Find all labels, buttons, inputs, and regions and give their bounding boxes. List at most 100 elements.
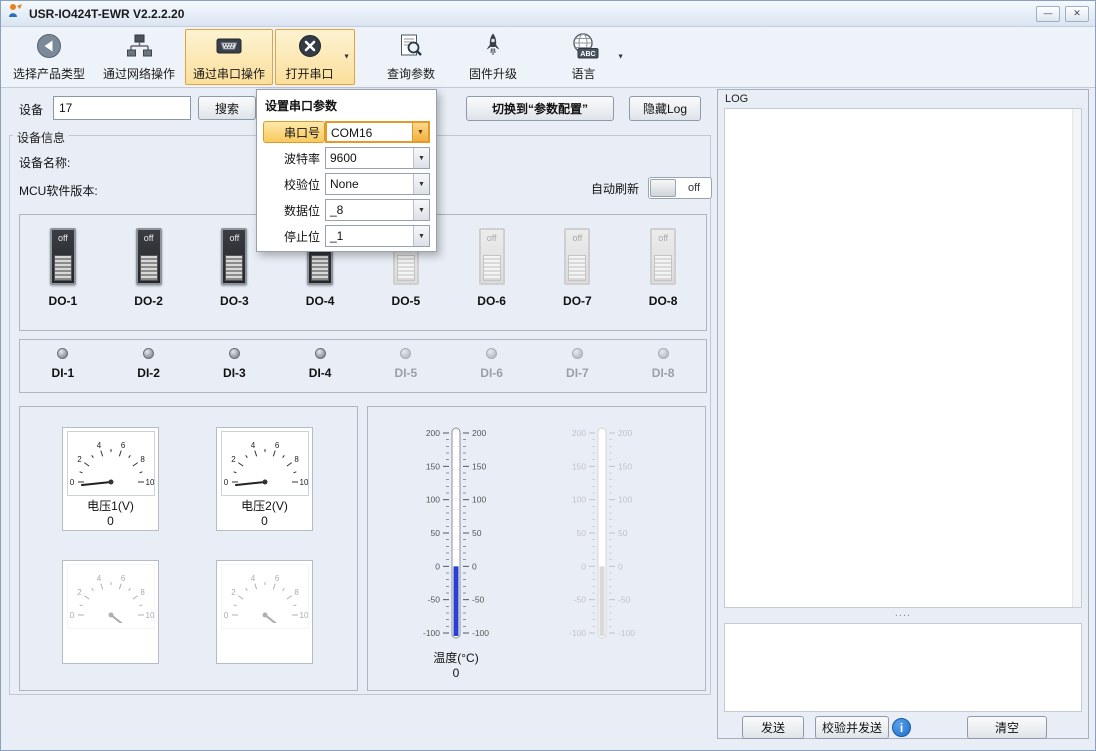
di-cell: DI-5 (363, 340, 449, 392)
data-bits-select[interactable]: _8 ▼ (325, 199, 430, 221)
device-name-label: 设备名称: (19, 154, 70, 171)
toolbar-language[interactable]: ABC 语言 ▼ (549, 29, 629, 85)
baud-rate-row: 波特率 9600 ▼ (263, 145, 430, 171)
svg-text:200: 200 (472, 428, 486, 438)
toolbar-firmware-upgrade[interactable]: 固件升级 (453, 29, 533, 85)
svg-text:150: 150 (618, 461, 632, 471)
di-1-led-icon (57, 348, 68, 359)
baud-rate-select[interactable]: 9600 ▼ (325, 147, 430, 169)
toolbar-query-params[interactable]: 查询参数 (371, 29, 451, 85)
log-splitter-handle[interactable]: .... (724, 610, 1082, 621)
app-logo-icon (7, 3, 23, 24)
close-button[interactable]: ✕ (1065, 6, 1089, 22)
dropdown-caret-icon[interactable]: ▼ (617, 54, 624, 61)
verify-and-send-button[interactable]: 校验并发送 (815, 716, 889, 739)
di-7-led-icon (572, 348, 583, 359)
log-output-area[interactable] (724, 108, 1082, 608)
svg-text:8: 8 (294, 455, 299, 464)
svg-text:150: 150 (572, 461, 586, 471)
stop-bits-select[interactable]: _1 ▼ (325, 225, 430, 247)
do-cell: offDO-6 (449, 215, 535, 330)
toggle-knob (650, 179, 676, 197)
switch-knob (140, 255, 158, 281)
info-icon[interactable]: i (892, 718, 911, 737)
combo-caret-icon[interactable]: ▼ (413, 148, 429, 168)
auto-refresh-control: 自动刷新 off (591, 177, 712, 199)
svg-text:2: 2 (231, 455, 236, 464)
svg-text:50: 50 (472, 528, 482, 538)
do-6-switch[interactable]: off (479, 228, 505, 285)
switch-to-param-config-button[interactable]: 切换到“参数配置” (466, 96, 614, 121)
svg-text:100: 100 (572, 495, 586, 505)
svg-text:-50: -50 (472, 595, 485, 605)
svg-text:8: 8 (140, 455, 145, 464)
hide-log-button[interactable]: 隐藏Log (629, 96, 701, 121)
serial-port-select[interactable]: COM16 ▼ (325, 121, 430, 143)
toolbar-open-serial-port[interactable]: 打开串口 ▼ (275, 29, 355, 85)
toolbar-operate-via-network[interactable]: 通过网络操作 (95, 29, 183, 85)
gauge-dial: 0246810 (67, 564, 155, 629)
log-scrollbar[interactable] (1072, 109, 1081, 607)
toolbar-select-product-type[interactable]: 选择产品类型 (5, 29, 93, 85)
svg-text:100: 100 (472, 495, 486, 505)
do-cell: offDO-1 (20, 215, 106, 330)
svg-text:6: 6 (120, 441, 125, 450)
svg-text:0: 0 (223, 611, 228, 620)
do-1-switch[interactable]: off (50, 228, 76, 285)
clear-button[interactable]: 清空 (967, 716, 1047, 739)
combo-caret-icon[interactable]: ▼ (413, 174, 429, 194)
voltage-gauge-1: 0246810 电压1(V) 0 (62, 427, 159, 531)
switch-knob (311, 255, 329, 281)
svg-text:50: 50 (431, 528, 441, 538)
svg-text:0: 0 (435, 561, 440, 571)
titlebar: USR-IO424T-EWR V2.2.2.20 — ✕ (1, 1, 1095, 27)
svg-text:10: 10 (145, 611, 153, 620)
combo-caret-icon[interactable]: ▼ (412, 123, 428, 141)
svg-text:10: 10 (145, 478, 153, 487)
svg-text:-100: -100 (472, 628, 489, 638)
dropdown-caret-icon[interactable]: ▼ (343, 54, 350, 61)
svg-text:50: 50 (618, 528, 628, 538)
di-cell: DI-8 (620, 340, 706, 392)
network-icon (125, 32, 153, 63)
voltage-gauge-4: 0246810 (216, 560, 313, 664)
auto-refresh-toggle[interactable]: off (648, 177, 712, 199)
svg-text:0: 0 (223, 478, 228, 487)
di-8-led-icon (658, 348, 669, 359)
do-2-switch[interactable]: off (136, 228, 162, 285)
svg-text:100: 100 (618, 495, 632, 505)
do-3-switch[interactable]: off (221, 228, 247, 285)
svg-text:0: 0 (69, 611, 74, 620)
di-cell: DI-4 (277, 340, 363, 392)
voltage-gauge-2: 0246810 电压2(V) 0 (216, 427, 313, 531)
do-8-switch[interactable]: off (650, 228, 676, 285)
svg-text:0: 0 (581, 561, 586, 571)
send-button[interactable]: 发送 (742, 716, 804, 739)
di-indicator-panel: DI-1 DI-2 DI-3 DI-4 DI-5 DI-6 DI-7 DI-8 (19, 339, 707, 393)
di-cell: DI-3 (192, 340, 278, 392)
toggle-state: off (677, 182, 711, 194)
parity-select[interactable]: None ▼ (325, 173, 430, 195)
di-6-led-icon (486, 348, 497, 359)
combo-caret-icon[interactable]: ▼ (413, 200, 429, 220)
toolbar-operate-via-serial[interactable]: 通过串口操作 (185, 29, 273, 85)
device-input[interactable] (53, 96, 191, 120)
minimize-button[interactable]: — (1036, 6, 1060, 22)
di-4-led-icon (315, 348, 326, 359)
svg-text:50: 50 (577, 528, 587, 538)
svg-text:0: 0 (618, 561, 623, 571)
svg-text:2: 2 (77, 455, 82, 464)
do-cell: offDO-8 (620, 215, 706, 330)
toolbar: 选择产品类型 通过网络操作 通过串口操作 打开串口 ▼ 查询参数 (1, 27, 1095, 88)
switch-knob (225, 255, 243, 281)
rocket-icon (479, 32, 507, 63)
log-input-area[interactable] (724, 623, 1082, 712)
combo-caret-icon[interactable]: ▼ (413, 226, 429, 246)
log-title: LOG (718, 90, 1088, 108)
do-7-switch[interactable]: off (564, 228, 590, 285)
svg-text:-50: -50 (574, 595, 587, 605)
thermometer-scale: 200200150150100100505000-50-50-100-100 (406, 421, 506, 648)
svg-text:-50: -50 (618, 595, 631, 605)
svg-text:6: 6 (274, 441, 279, 450)
search-button[interactable]: 搜索 (198, 96, 256, 120)
